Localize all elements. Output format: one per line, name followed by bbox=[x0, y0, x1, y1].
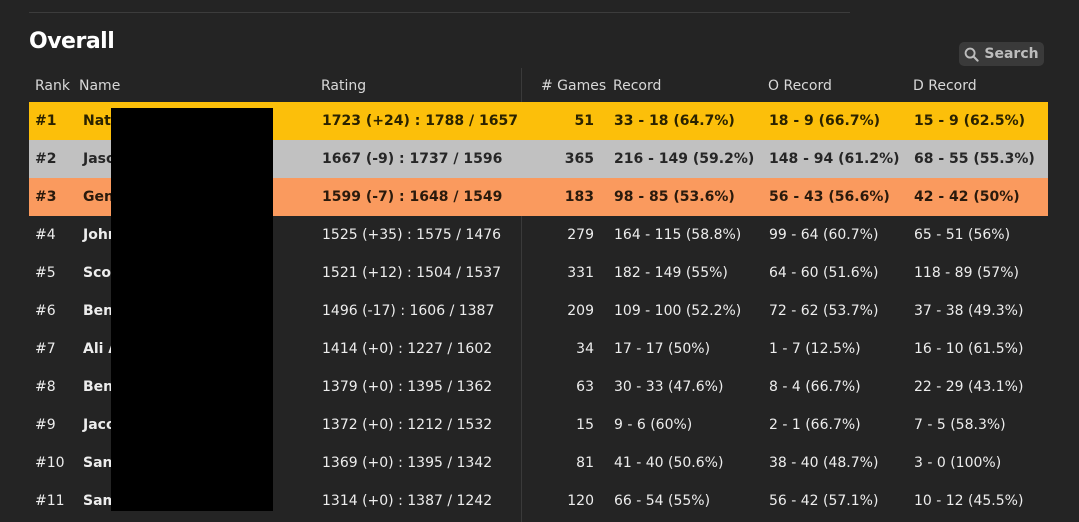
record-cell: 33 - 18 (64.7%) bbox=[614, 113, 735, 129]
record-cell: 30 - 33 (47.6%) bbox=[614, 379, 724, 395]
record-cell: 17 - 17 (50%) bbox=[614, 341, 711, 357]
column-header-record[interactable]: Record bbox=[613, 76, 661, 96]
record-cell: 109 - 100 (52.2%) bbox=[614, 303, 742, 319]
d-record-cell: 10 - 12 (45.5%) bbox=[914, 493, 1024, 509]
d-record-cell: 65 - 51 (56%) bbox=[914, 227, 1011, 243]
o-record-cell: 64 - 60 (51.6%) bbox=[769, 265, 879, 281]
rank-cell: #11 bbox=[35, 493, 65, 509]
column-header-d-record[interactable]: D Record bbox=[913, 76, 977, 96]
redaction-box bbox=[111, 108, 273, 511]
d-record-cell: 22 - 29 (43.1%) bbox=[914, 379, 1024, 395]
games-cell: 279 bbox=[567, 227, 594, 243]
rating-cell: 1667 (-9) : 1737 / 1596 bbox=[322, 151, 503, 167]
record-cell: 41 - 40 (50.6%) bbox=[614, 455, 724, 471]
games-cell: 331 bbox=[567, 265, 594, 281]
rating-cell: 1599 (-7) : 1648 / 1549 bbox=[322, 189, 503, 205]
player-name-cell: Ben bbox=[83, 303, 114, 319]
games-cell: 34 bbox=[576, 341, 594, 357]
o-record-cell: 38 - 40 (48.7%) bbox=[769, 455, 879, 471]
record-cell: 66 - 54 (55%) bbox=[614, 493, 711, 509]
record-cell: 9 - 6 (60%) bbox=[614, 417, 693, 433]
d-record-cell: 7 - 5 (58.3%) bbox=[914, 417, 1006, 433]
rating-cell: 1525 (+35) : 1575 / 1476 bbox=[322, 227, 502, 243]
games-cell: 51 bbox=[574, 113, 594, 129]
top-divider bbox=[29, 12, 850, 13]
rating-cell: 1521 (+12) : 1504 / 1537 bbox=[322, 265, 502, 281]
o-record-cell: 56 - 43 (56.6%) bbox=[769, 189, 890, 205]
o-record-cell: 8 - 4 (66.7%) bbox=[769, 379, 861, 395]
games-cell: 209 bbox=[567, 303, 594, 319]
rank-cell: #2 bbox=[35, 151, 57, 167]
rating-cell: 1379 (+0) : 1395 / 1362 bbox=[322, 379, 493, 395]
rating-cell: 1372 (+0) : 1212 / 1532 bbox=[322, 417, 493, 433]
record-cell: 164 - 115 (58.8%) bbox=[614, 227, 742, 243]
player-name-cell: Ben bbox=[83, 379, 114, 395]
o-record-cell: 148 - 94 (61.2%) bbox=[769, 151, 900, 167]
record-cell: 216 - 149 (59.2%) bbox=[614, 151, 755, 167]
games-cell: 81 bbox=[576, 455, 594, 471]
search-icon bbox=[964, 47, 980, 62]
o-record-cell: 72 - 62 (53.7%) bbox=[769, 303, 879, 319]
player-name-cell: Gen bbox=[83, 189, 114, 205]
search-button-label: Search bbox=[984, 46, 1039, 62]
column-header-name[interactable]: Name bbox=[79, 76, 120, 96]
rank-cell: #9 bbox=[35, 417, 56, 433]
rank-cell: #4 bbox=[35, 227, 56, 243]
d-record-cell: 42 - 42 (50%) bbox=[914, 189, 1020, 205]
rating-cell: 1723 (+24) : 1788 / 1657 bbox=[322, 113, 518, 129]
d-record-cell: 118 - 89 (57%) bbox=[914, 265, 1019, 281]
column-header-games[interactable]: # Games bbox=[541, 76, 606, 96]
o-record-cell: 2 - 1 (66.7%) bbox=[769, 417, 861, 433]
rating-cell: 1369 (+0) : 1395 / 1342 bbox=[322, 455, 493, 471]
o-record-cell: 56 - 42 (57.1%) bbox=[769, 493, 879, 509]
rank-cell: #5 bbox=[35, 265, 56, 281]
record-cell: 182 - 149 (55%) bbox=[614, 265, 728, 281]
o-record-cell: 18 - 9 (66.7%) bbox=[769, 113, 881, 129]
rank-cell: #6 bbox=[35, 303, 56, 319]
d-record-cell: 15 - 9 (62.5%) bbox=[914, 113, 1026, 129]
column-header-o-record[interactable]: O Record bbox=[768, 76, 832, 96]
o-record-cell: 1 - 7 (12.5%) bbox=[769, 341, 861, 357]
rank-cell: #3 bbox=[35, 189, 57, 205]
d-record-cell: 68 - 55 (55.3%) bbox=[914, 151, 1035, 167]
rating-cell: 1314 (+0) : 1387 / 1242 bbox=[322, 493, 493, 509]
page-title: Overall bbox=[29, 29, 115, 54]
rank-cell: #10 bbox=[35, 455, 65, 471]
rank-cell: #1 bbox=[35, 113, 57, 129]
search-button[interactable]: Search bbox=[959, 42, 1044, 66]
d-record-cell: 37 - 38 (49.3%) bbox=[914, 303, 1024, 319]
rating-cell: 1496 (-17) : 1606 / 1387 bbox=[322, 303, 495, 319]
player-name-cell: San bbox=[83, 455, 113, 471]
column-header-rank[interactable]: Rank bbox=[35, 76, 70, 96]
table-header: Rank Name Rating # Games Record O Record… bbox=[29, 70, 1048, 102]
rating-cell: 1414 (+0) : 1227 / 1602 bbox=[322, 341, 493, 357]
d-record-cell: 16 - 10 (61.5%) bbox=[914, 341, 1024, 357]
games-cell: 63 bbox=[576, 379, 594, 395]
rank-cell: #8 bbox=[35, 379, 56, 395]
games-cell: 15 bbox=[576, 417, 594, 433]
o-record-cell: 99 - 64 (60.7%) bbox=[769, 227, 879, 243]
d-record-cell: 3 - 0 (100%) bbox=[914, 455, 1002, 471]
rank-cell: #7 bbox=[35, 341, 56, 357]
column-header-rating[interactable]: Rating bbox=[321, 76, 366, 96]
games-cell: 365 bbox=[564, 151, 594, 167]
record-cell: 98 - 85 (53.6%) bbox=[614, 189, 735, 205]
games-cell: 183 bbox=[564, 189, 594, 205]
games-cell: 120 bbox=[567, 493, 594, 509]
